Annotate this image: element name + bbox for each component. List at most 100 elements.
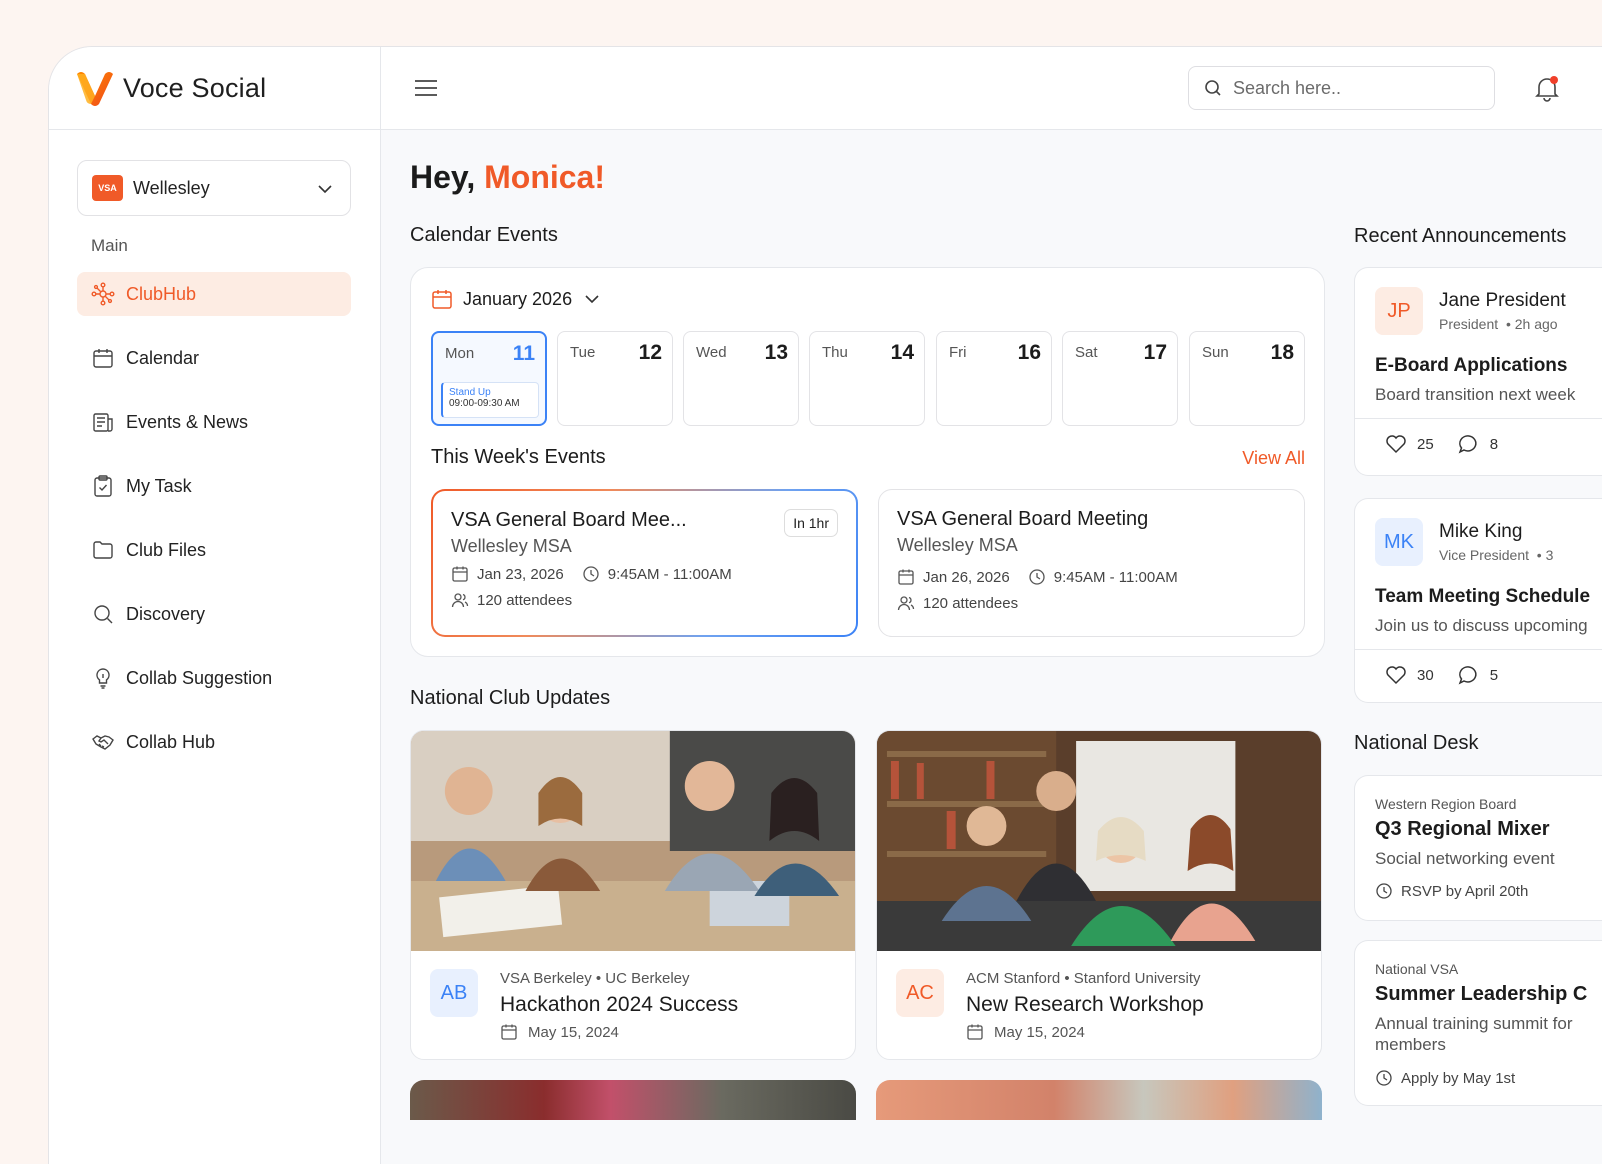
announcement-body: Join us to discuss upcoming <box>1375 616 1588 635</box>
announcements-title: Recent Announcements <box>1354 225 1567 247</box>
event-card[interactable]: VSA General Board Mee... Wellesley MSA J… <box>431 489 858 637</box>
clock-icon <box>583 566 599 582</box>
heart-icon[interactable] <box>1385 434 1407 454</box>
author-role-row: Vice President • 3 <box>1439 547 1553 563</box>
desk-source: National VSA <box>1375 961 1459 977</box>
sidebar-item-label: Collab Hub <box>126 731 216 752</box>
event-attendees: 120 attendees <box>897 594 1286 612</box>
calendar-card: January 2026 Mon 11 Stand Up 09:00-09:30… <box>410 267 1325 657</box>
announcement-card[interactable]: MK Mike King Vice President • 3 Team Mee… <box>1354 498 1602 703</box>
heart-icon[interactable] <box>1385 665 1407 685</box>
attendees-count: 120 attendees <box>923 594 1019 612</box>
sidebar-item-events-news[interactable]: Events & News <box>77 400 351 444</box>
day-cell-wed[interactable]: Wed 13 <box>683 331 799 426</box>
event-location: Wellesley MSA <box>451 536 572 556</box>
day-cell-mon[interactable]: Mon 11 Stand Up 09:00-09:30 AM <box>431 331 547 426</box>
voce-logo-icon <box>77 72 113 106</box>
app-name: Voce Social <box>123 72 267 103</box>
day-cell-tue[interactable]: Tue 12 <box>557 331 673 426</box>
comment-icon[interactable] <box>1458 665 1480 685</box>
author-role-row: President • 2h ago <box>1439 316 1558 332</box>
day-name: Sun <box>1202 344 1229 361</box>
news-title: Hackathon 2024 Success <box>500 993 739 1016</box>
event-date-time: Jan 26, 2026 9:45AM - 11:00AM <box>897 568 1286 586</box>
author-role: President <box>1439 316 1499 332</box>
view-all-link[interactable]: View All <box>1242 448 1305 469</box>
sidebar-item-collab-hub[interactable]: Collab Hub <box>77 720 351 764</box>
sidebar-item-club-files[interactable]: Club Files <box>77 528 351 572</box>
sidebar-item-collab-suggestion[interactable]: Collab Suggestion <box>77 656 351 700</box>
logo[interactable]: Voce Social <box>49 47 380 130</box>
greeting-prefix: Hey, <box>410 159 485 195</box>
day-cell-sat[interactable]: Sat 17 <box>1062 331 1178 426</box>
search-box[interactable] <box>1188 66 1495 110</box>
greeting-name: Monica! <box>484 159 605 195</box>
sidebar-item-calendar[interactable]: Calendar <box>77 336 351 380</box>
news-photo-library-group <box>877 731 1321 951</box>
author-name: Mike King <box>1439 521 1523 542</box>
calendar-icon <box>93 349 113 368</box>
divider <box>1355 649 1602 650</box>
event-time: 9:45AM - 11:00AM <box>1053 568 1178 586</box>
calendar-icon <box>967 1024 983 1040</box>
day-number: 17 <box>1143 341 1167 364</box>
announcement-card[interactable]: JP Jane President President • 2h ago E-B… <box>1354 267 1602 476</box>
national-desk-title: National Desk <box>1354 732 1479 754</box>
event-card[interactable]: VSA General Board Meeting Wellesley MSA … <box>878 489 1305 637</box>
sidebar-item-discovery[interactable]: Discovery <box>77 592 351 636</box>
news-card[interactable]: AC ACM Stanford • Stanford University Ne… <box>876 730 1322 1060</box>
sidebar-item-label: Club Files <box>126 539 207 560</box>
news-card-partial[interactable] <box>876 1080 1322 1120</box>
desk-body-line2: members <box>1375 1035 1446 1054</box>
club-selector[interactable]: VSA Wellesley <box>77 160 351 216</box>
event-time: 9:45AM - 11:00AM <box>607 565 732 583</box>
calendar-event-chip[interactable]: Stand Up 09:00-09:30 AM <box>441 382 539 418</box>
national-desk-card[interactable]: National VSA Summer Leadership C Annual … <box>1354 940 1602 1106</box>
club-badge: VSA <box>92 175 123 201</box>
day-number: 13 <box>764 341 788 364</box>
desk-footer: RSVP by April 20th <box>1375 882 1528 900</box>
news-date-row: May 15, 2024 <box>966 1023 1085 1041</box>
desk-source: Western Region Board <box>1375 796 1517 812</box>
day-cell-sun[interactable]: Sun 18 <box>1189 331 1305 426</box>
news-photo-students-table <box>411 731 855 951</box>
news-date: May 15, 2024 <box>528 1023 619 1041</box>
day-number: 18 <box>1270 341 1294 364</box>
event-date-time: Jan 23, 2026 9:45AM - 11:00AM <box>451 565 838 583</box>
desk-title: Q3 Regional Mixer <box>1375 818 1550 840</box>
event-chip-time: 09:00-09:30 AM <box>449 398 520 409</box>
sidebar-item-label: Calendar <box>126 347 200 368</box>
national-desk-card[interactable]: Western Region Board Q3 Regional Mixer S… <box>1354 775 1602 921</box>
notification-bell-icon[interactable] <box>1534 75 1560 103</box>
search-input[interactable] <box>1233 77 1473 99</box>
desk-body: Social networking event <box>1375 849 1555 868</box>
event-date: Jan 26, 2026 <box>923 568 1010 586</box>
hamburger-menu-icon[interactable] <box>414 79 438 97</box>
likes-count: 30 <box>1417 666 1434 684</box>
announcement-stats: 30 5 <box>1385 665 1498 685</box>
top-bar <box>381 47 1602 130</box>
comment-icon[interactable] <box>1458 434 1480 454</box>
desk-footer: Apply by May 1st <box>1375 1069 1515 1087</box>
calendar-section-title: Calendar Events <box>410 224 558 246</box>
author-role: Vice President <box>1439 547 1530 563</box>
comments-count: 8 <box>1489 435 1499 453</box>
sidebar-item-clubhub[interactable]: ClubHub <box>77 272 351 316</box>
folder-icon <box>93 541 113 559</box>
news-card[interactable]: AB VSA Berkeley • UC Berkeley Hackathon … <box>410 730 856 1060</box>
news-card-partial[interactable] <box>410 1080 856 1120</box>
sidebar-item-label: My Task <box>126 475 192 496</box>
sidebar-item-label: ClubHub <box>126 283 197 304</box>
news-org: VSA Berkeley • UC Berkeley <box>500 970 690 987</box>
chevron-down-icon <box>318 185 332 194</box>
author-avatar: MK <box>1375 518 1423 566</box>
day-cell-thu[interactable]: Thu 14 <box>809 331 925 426</box>
month-picker[interactable]: January 2026 <box>431 288 600 310</box>
handshake-icon <box>92 735 114 750</box>
day-number: 16 <box>1017 341 1041 364</box>
sidebar-item-my-task[interactable]: My Task <box>77 464 351 508</box>
desk-body: Annual training summit for <box>1375 1014 1573 1033</box>
divider <box>1355 418 1602 419</box>
time-until-badge: In 1hr <box>784 509 838 537</box>
day-cell-fri[interactable]: Fri 16 <box>936 331 1052 426</box>
